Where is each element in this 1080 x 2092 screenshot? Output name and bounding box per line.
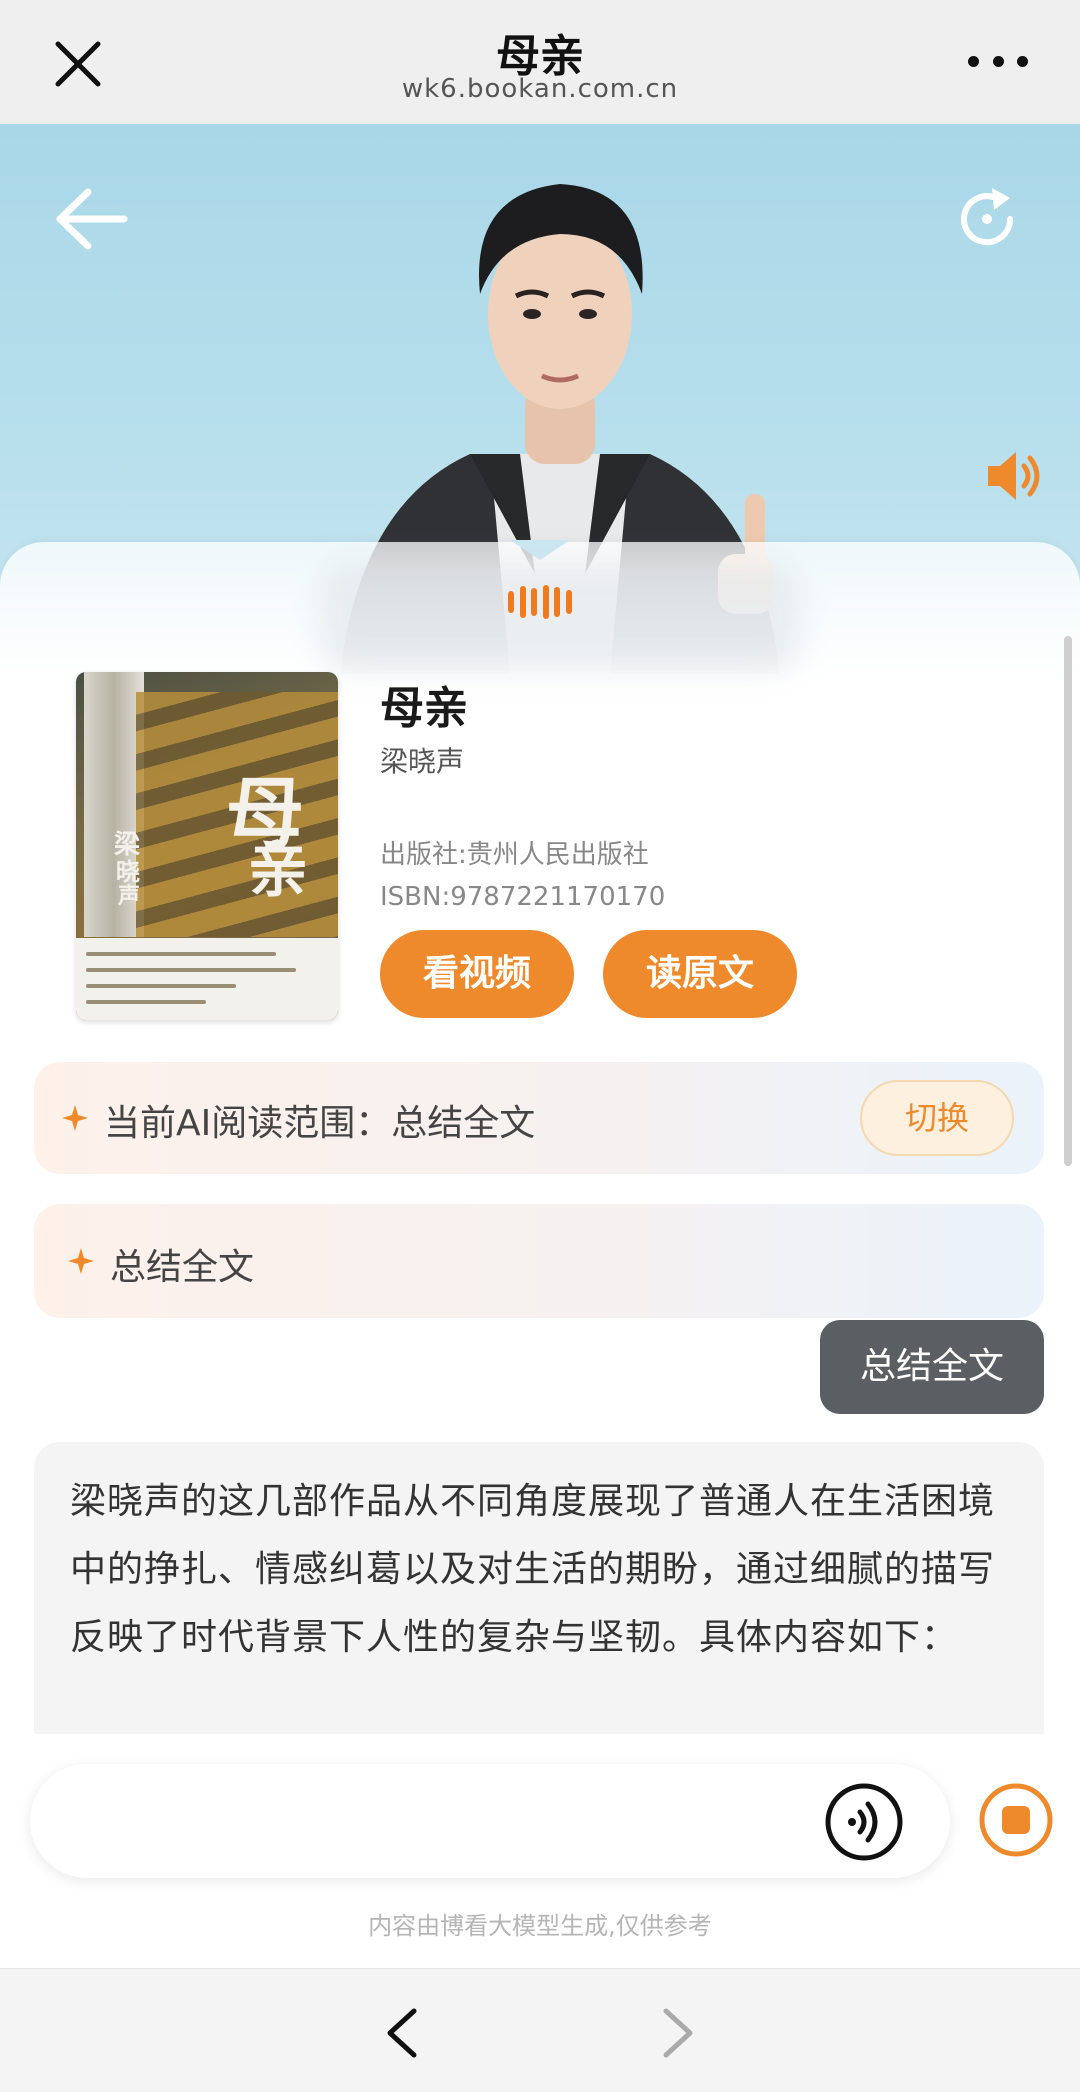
voice-wave-icon [508, 580, 572, 624]
ai-reading-range: 当前AI阅读范围：总结全文 切换 [34, 1062, 1044, 1174]
more-dot [1017, 55, 1028, 67]
speaker-icon[interactable] [984, 446, 1048, 506]
cover-author-char: 声 [118, 883, 141, 909]
more-dot [968, 55, 979, 67]
watch-video-button[interactable]: 看视频 [380, 930, 574, 1018]
chat-input-box[interactable] [30, 1764, 950, 1878]
arrow-left-icon[interactable] [52, 184, 132, 254]
more-dot [992, 55, 1004, 67]
sparkle-icon [68, 1248, 94, 1274]
chat-input[interactable] [66, 1790, 806, 1852]
suggested-prompt-label: 总结全文 [110, 1247, 255, 1288]
browser-top-bar: 母亲 wk6.bookan.com.cn [0, 0, 1080, 124]
sparkle-icon [62, 1105, 88, 1131]
chevron-left-icon[interactable] [382, 2005, 422, 2061]
ai-answer: 梁晓声的这几部作品从不同角度展现了普通人在生活困境中的挣扎、情感纠葛以及对生活的… [34, 1442, 1044, 1734]
scrollbar[interactable] [1064, 636, 1072, 1166]
suggested-prompt[interactable]: 总结全文 [34, 1204, 1044, 1318]
page-url: wk6.bookan.com.cn [401, 74, 679, 104]
user-message-bubble: 总结全文 [820, 1320, 1044, 1414]
chevron-right-icon[interactable] [658, 2005, 698, 2061]
book-title: 母亲 [380, 683, 468, 734]
card-notch [510, 540, 570, 560]
read-original-button[interactable]: 读原文 [603, 930, 797, 1018]
cover-title-char: 亲 [248, 836, 308, 906]
ai-range-label: 当前AI阅读范围：总结全文 [104, 1103, 536, 1144]
more-icon[interactable] [968, 46, 1028, 76]
book-isbn: ISBN:9787221170170 [380, 882, 666, 912]
switch-range-button[interactable]: 切换 [860, 1080, 1014, 1156]
cover-band [76, 938, 338, 1020]
browser-bottom-nav [0, 1968, 1080, 2092]
stop-icon[interactable] [978, 1782, 1054, 1858]
book-author: 梁晓声 [380, 745, 465, 778]
book-cover[interactable]: 母 亲 梁 晓 声 [76, 672, 338, 1020]
ai-disclaimer: 内容由博看大模型生成,仅供参考 [368, 1912, 712, 1940]
ai-answer-text: 梁晓声的这几部作品从不同角度展现了普通人在生活困境中的挣扎、情感纠葛以及对生活的… [70, 1481, 996, 1658]
refresh-icon[interactable] [954, 186, 1020, 252]
book-publisher: 出版社:贵州人民出版社 [380, 840, 649, 870]
voice-input-icon[interactable] [824, 1782, 904, 1862]
